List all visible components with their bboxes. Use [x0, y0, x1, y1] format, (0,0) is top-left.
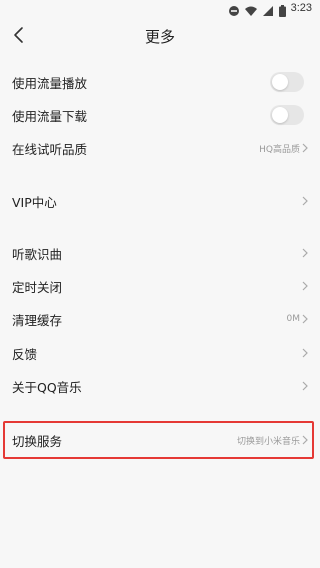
- toggle-knob: [272, 107, 288, 123]
- setting-value: 0M: [286, 314, 301, 324]
- mobile-data-download-toggle[interactable]: [270, 105, 304, 125]
- chevron-right-icon: [302, 143, 308, 153]
- chevron-right-icon: [302, 248, 308, 258]
- status-bar: 3:23: [0, 0, 320, 18]
- setting-value: 切换到小米音乐: [236, 436, 300, 447]
- setting-label: 关于QQ音乐: [12, 379, 82, 395]
- battery-icon: [278, 2, 286, 17]
- setting-row-mobile-data-download: 使用流量下载: [0, 98, 320, 132]
- chevron-right-icon: [302, 281, 308, 291]
- signal-icon: [262, 2, 274, 16]
- setting-row-mobile-data-playback: 使用流量播放: [0, 65, 320, 99]
- chevron-right-icon: [302, 348, 308, 358]
- setting-row-switch-service[interactable]: 切换服务 切换到小米音乐: [0, 423, 320, 457]
- setting-row-sleep-timer[interactable]: 定时关闭: [0, 269, 320, 303]
- setting-label: 定时关闭: [12, 279, 63, 295]
- status-icons: 3:23: [228, 2, 312, 17]
- setting-label: 清理缓存: [12, 312, 63, 328]
- setting-row-online-quality[interactable]: 在线试听品质 HQ高品质: [0, 131, 320, 165]
- chevron-right-icon: [302, 196, 308, 206]
- setting-label: 使用流量播放: [12, 75, 88, 91]
- setting-row-song-recognition[interactable]: 听歌识曲: [0, 236, 320, 270]
- setting-label: 使用流量下载: [12, 108, 88, 124]
- setting-label: 在线试听品质: [12, 141, 88, 157]
- mobile-data-playback-toggle[interactable]: [270, 72, 304, 92]
- chevron-left-icon: [14, 27, 23, 43]
- chevron-right-icon: [302, 435, 308, 445]
- wifi-icon: [244, 2, 257, 16]
- setting-label: 切换服务: [12, 433, 63, 449]
- nav-bar: 更多: [0, 18, 320, 52]
- setting-label: VIP中心: [12, 194, 57, 210]
- page-title: 更多: [144, 28, 175, 46]
- chevron-right-icon: [302, 381, 308, 391]
- do-not-disturb-icon: [228, 2, 240, 16]
- status-time: 3:23: [290, 2, 312, 14]
- setting-row-vip-center[interactable]: VIP中心: [0, 184, 320, 218]
- chevron-right-icon: [302, 314, 308, 324]
- back-button[interactable]: [6, 22, 32, 48]
- setting-row-clear-cache[interactable]: 清理缓存 0M: [0, 302, 320, 336]
- setting-row-about[interactable]: 关于QQ音乐: [0, 369, 320, 403]
- setting-value: HQ高品质: [259, 144, 300, 155]
- setting-label: 反馈: [12, 346, 38, 362]
- setting-row-feedback[interactable]: 反馈: [0, 336, 320, 370]
- setting-label: 听歌识曲: [12, 246, 63, 262]
- toggle-knob: [272, 74, 288, 90]
